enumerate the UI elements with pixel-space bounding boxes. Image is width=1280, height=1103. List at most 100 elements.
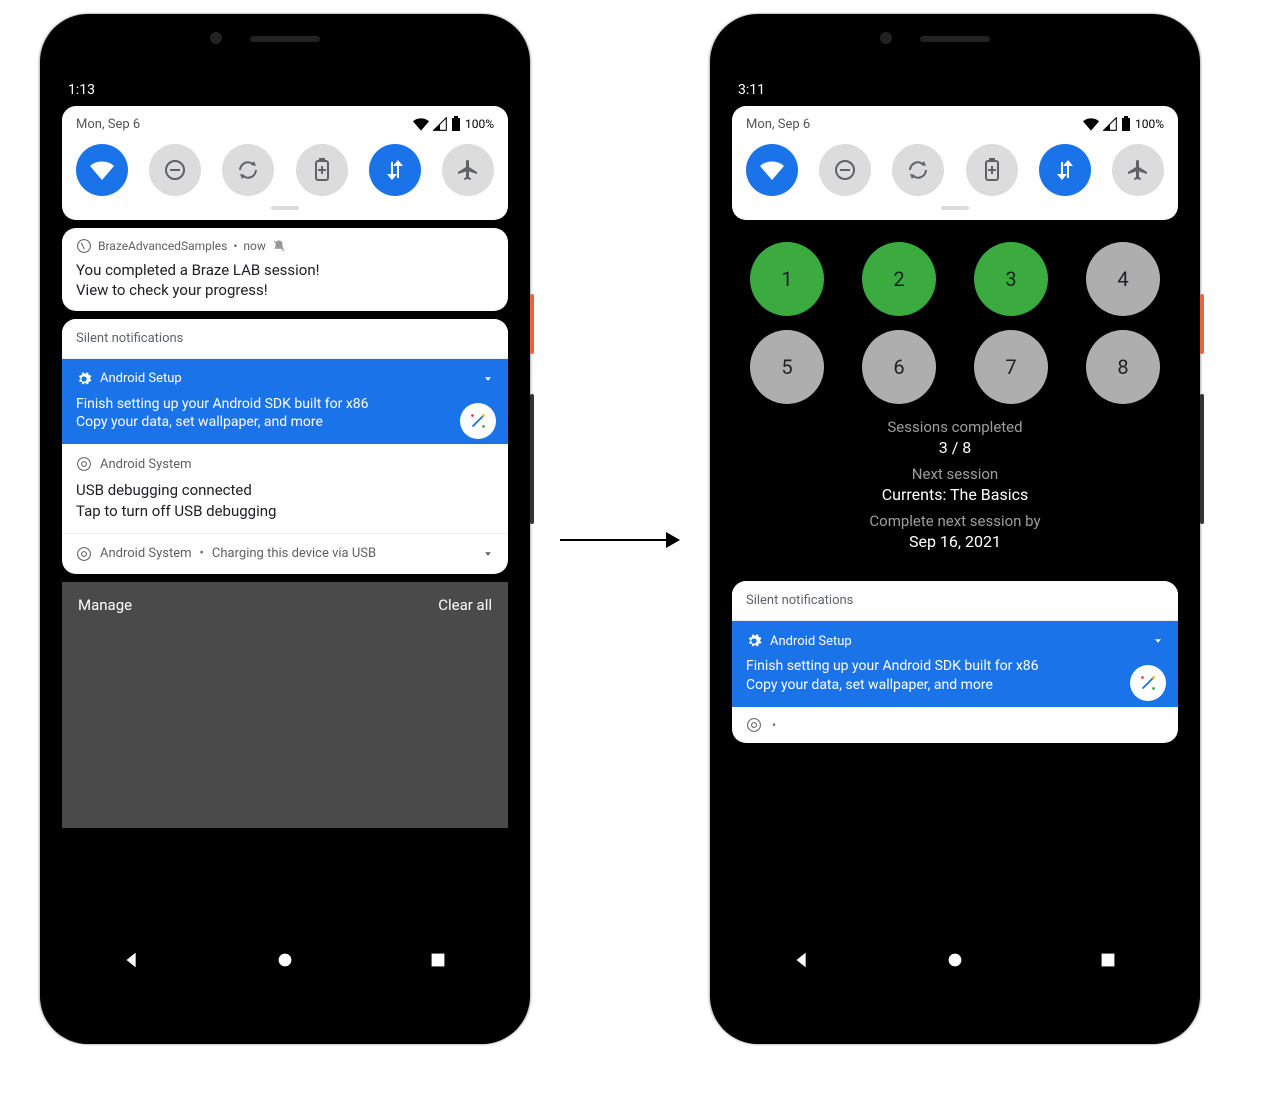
manage-button[interactable]: Manage [78, 596, 132, 614]
battery-saver-icon [314, 158, 330, 182]
notification-android-setup[interactable]: Android Setup Finish setting up your And… [732, 621, 1178, 707]
clear-all-button[interactable]: Clear all [438, 596, 492, 614]
screen-right: 3:11 Mon, Sep 6 100% [726, 74, 1184, 984]
phone-left: 1:13 Mon, Sep 6 100% [40, 14, 530, 1044]
setup-title: Finish setting up your Android SDK built… [76, 395, 446, 414]
notification-braze[interactable]: BrazeAdvancedSamples • now You completed… [62, 228, 508, 311]
data-icon [1055, 158, 1075, 182]
next-session-label: Next session [750, 465, 1160, 483]
battery-pct: 100% [1135, 117, 1164, 131]
quick-settings-panel: Mon, Sep 6 100% [62, 106, 508, 220]
qs-dnd[interactable] [819, 144, 871, 196]
qs-handle[interactable] [941, 206, 969, 210]
status-icons: 100% [1083, 116, 1164, 132]
qs-rotate[interactable] [222, 144, 274, 196]
setup-body: Copy your data, set wallpaper, and more [746, 676, 1116, 695]
notification-charging[interactable]: Android System • Charging this device vi… [62, 533, 508, 574]
navbar [56, 936, 514, 984]
signal-icon [433, 117, 447, 131]
due-label: Complete next session by [750, 512, 1160, 530]
wand-icon [1130, 665, 1166, 701]
qs-dnd[interactable] [149, 144, 201, 196]
gear-icon [746, 633, 762, 649]
data-icon [385, 158, 405, 182]
battery-saver-icon [984, 158, 1000, 182]
sys-app: Android System [100, 457, 192, 472]
airplane-icon [1126, 158, 1150, 182]
qs-battery-saver[interactable] [966, 144, 1018, 196]
silent-header: Silent notifications [62, 319, 508, 359]
sys-title: USB debugging connected [76, 480, 494, 500]
airplane-icon [456, 158, 480, 182]
nav-recent[interactable] [427, 949, 449, 971]
chevron-down-icon[interactable] [1152, 635, 1164, 647]
phone-right: 3:11 Mon, Sep 6 100% [710, 14, 1200, 1044]
qs-battery-saver[interactable] [296, 144, 348, 196]
notification-progress[interactable]: 1234 5678 Sessions completed 3 / 8 Next … [732, 228, 1178, 573]
qs-date: Mon, Sep 6 [746, 117, 810, 132]
system-icon [76, 456, 92, 472]
notification-android-setup[interactable]: Android Setup Finish setting up your And… [62, 359, 508, 445]
sessions-label: Sessions completed [750, 418, 1160, 436]
qs-airplane[interactable] [442, 144, 494, 196]
qs-wifi[interactable] [746, 144, 798, 196]
due-value: Sep 16, 2021 [750, 532, 1160, 551]
system-icon [76, 546, 92, 562]
setup-app: Android Setup [100, 371, 182, 386]
progress-circle-5: 5 [750, 330, 824, 404]
notif-title: You completed a Braze LAB session! [76, 260, 494, 280]
app-icon [76, 238, 92, 254]
status-time: 1:13 [56, 74, 514, 106]
rotate-icon [906, 158, 930, 182]
dnd-icon [163, 158, 187, 182]
silent-notifications-group: Silent notifications Android Setup Finis… [62, 319, 508, 574]
progress-circle-6: 6 [862, 330, 936, 404]
progress-circle-8: 8 [1086, 330, 1160, 404]
progress-circle-1: 1 [750, 242, 824, 316]
battery-pct: 100% [465, 117, 494, 131]
qs-airplane[interactable] [1112, 144, 1164, 196]
nav-home[interactable] [944, 949, 966, 971]
sessions-value: 3 / 8 [750, 438, 1160, 457]
signal-icon [1103, 117, 1117, 131]
notification-android-system[interactable]: Android System USB debugging connected T… [62, 444, 508, 533]
collapsed-app: Android System [100, 546, 192, 561]
notification-collapsed-peek[interactable]: • [732, 707, 1178, 743]
qs-rotate[interactable] [892, 144, 944, 196]
chevron-down-icon[interactable] [482, 373, 494, 385]
nav-back[interactable] [791, 949, 813, 971]
wand-icon [460, 403, 496, 439]
qs-data[interactable] [1039, 144, 1091, 196]
notif-app-name: BrazeAdvancedSamples [98, 239, 227, 253]
silent-header: Silent notifications [732, 581, 1178, 621]
progress-circle-4: 4 [1086, 242, 1160, 316]
nav-home[interactable] [274, 949, 296, 971]
gear-icon [76, 371, 92, 387]
qs-handle[interactable] [271, 206, 299, 210]
qs-data[interactable] [369, 144, 421, 196]
wifi-icon [413, 117, 429, 131]
progress-circle-2: 2 [862, 242, 936, 316]
rotate-icon [236, 158, 260, 182]
quick-settings-panel: Mon, Sep 6 100% [732, 106, 1178, 220]
next-session-value: Currents: The Basics [750, 485, 1160, 504]
sys-body: Tap to turn off USB debugging [76, 501, 494, 521]
transition-arrow [560, 530, 680, 550]
progress-circle-7: 7 [974, 330, 1048, 404]
nav-back[interactable] [121, 949, 143, 971]
status-icons: 100% [413, 116, 494, 132]
nav-recent[interactable] [1097, 949, 1119, 971]
dnd-icon [833, 158, 857, 182]
notif-body: View to check your progress! [76, 280, 494, 300]
system-icon [746, 717, 762, 733]
setup-body: Copy your data, set wallpaper, and more [76, 413, 446, 432]
qs-wifi[interactable] [76, 144, 128, 196]
wifi-icon [90, 160, 114, 180]
setup-app: Android Setup [770, 634, 852, 649]
setup-title: Finish setting up your Android SDK built… [746, 657, 1116, 676]
chevron-down-icon[interactable] [482, 548, 494, 560]
collapsed-text: Charging this device via USB [212, 546, 376, 561]
battery-icon [451, 116, 461, 132]
bell-slash-icon [272, 239, 286, 253]
silent-notifications-group: Silent notifications Android Setup Finis… [732, 581, 1178, 743]
